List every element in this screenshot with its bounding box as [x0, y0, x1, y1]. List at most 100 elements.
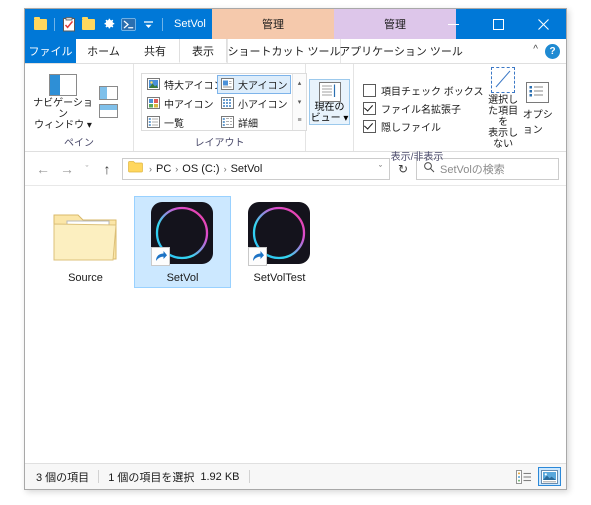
gear-icon[interactable] — [100, 16, 117, 33]
layout-gallery-scrollbar[interactable]: ▴ ▾ ≡ — [292, 73, 306, 130]
breadcrumb-separator[interactable]: › — [172, 164, 181, 174]
checkbox-file-name-extensions[interactable]: ファイル名拡張子 — [363, 101, 483, 116]
ribbon-group-layout: 特大アイコン 大アイコン 中アイコン 小アイコン 一覧 詳細 ▴ ▾ ≡ レイア… — [134, 64, 307, 151]
selection-size-label: 1.92 KB — [200, 470, 240, 483]
maximize-button[interactable] — [476, 9, 521, 39]
current-view-button[interactable]: 現在の ビュー ▾ — [309, 78, 350, 125]
layout-option-small-icons[interactable]: 小アイコン — [217, 94, 291, 113]
options-button[interactable]: オプション — [523, 81, 553, 136]
breadcrumb-item-pc[interactable]: PC — [155, 163, 172, 175]
help-icon[interactable]: ? — [545, 43, 560, 59]
hide-selected-items-button[interactable]: 選択した項目を 表示しない — [483, 67, 522, 150]
large-icons-view-button[interactable] — [538, 467, 561, 486]
window-title: SetVol — [174, 18, 206, 30]
tab-application-tools[interactable]: アプリケーション ツール — [339, 39, 463, 63]
extra-large-icons-icon — [147, 78, 160, 90]
properties-icon[interactable] — [60, 16, 77, 33]
customize-dropdown-icon[interactable] — [140, 16, 157, 33]
file-list-view[interactable]: Source SetVol SetVolTest — [25, 186, 566, 463]
navigation-pane-label-line1: ナビゲーション — [33, 98, 93, 120]
powershell-icon[interactable] — [120, 16, 137, 33]
small-icons-icon — [221, 97, 234, 109]
tab-home[interactable]: ホーム — [76, 39, 131, 63]
hide-selected-items-icon — [491, 67, 516, 93]
gallery-scroll-down-icon[interactable]: ▾ — [298, 98, 302, 106]
ribbon-group-show-hide-body: 項目チェック ボックス ファイル名拡張子 隠しファイル 選択した項目を 表示しな… — [354, 67, 558, 150]
layout-option-label: 詳細 — [238, 118, 258, 130]
layout-option-label: 小アイコン — [238, 99, 288, 111]
contextual-group-shortcut-tools[interactable]: 管理 — [212, 9, 334, 39]
layout-option-list[interactable]: 一覧 — [143, 113, 217, 132]
navigation-pane-label-line2: ウィンドウ ▾ — [34, 120, 92, 131]
checkbox-input[interactable] — [363, 120, 376, 133]
tab-share[interactable]: 共有 — [131, 39, 179, 63]
up-button[interactable]: ↑ — [96, 158, 118, 180]
forward-button[interactable]: → — [56, 158, 78, 180]
list-item-label: SetVol — [166, 272, 199, 284]
checkbox-label: 項目チェック ボックス — [381, 87, 484, 98]
list-item[interactable]: Source — [37, 196, 134, 287]
ribbon-group-current-view-body: 現在の ビュー ▾ — [306, 67, 353, 136]
breadcrumb-item-os-c[interactable]: OS (C:) — [181, 163, 220, 175]
checkbox-item-check-boxes[interactable]: 項目チェック ボックス — [363, 83, 483, 98]
layout-option-details[interactable]: 詳細 — [217, 113, 291, 132]
status-bar: 3 個の項目 1 個の項目を選択 1.92 KB — [25, 463, 566, 489]
breadcrumb-folder-icon — [128, 160, 143, 178]
layout-option-large-icons[interactable]: 大アイコン — [217, 74, 291, 94]
details-pane-button[interactable] — [99, 103, 118, 118]
new-folder-icon[interactable] — [80, 16, 97, 33]
screenshot-root: SetVol 管理 管理 ファイル ホーム 共有 表示 ショートカット ツール … — [0, 0, 591, 505]
shortcut-arrow-icon — [247, 247, 267, 266]
breadcrumb-separator: › — [149, 163, 152, 174]
breadcrumb-separator[interactable]: › — [221, 164, 230, 174]
divider — [98, 470, 100, 483]
checkbox-label: 隠しファイル — [381, 123, 441, 134]
breadcrumb-item-setvol[interactable]: SetVol — [230, 163, 264, 175]
shortcut-arrow-icon — [150, 247, 170, 266]
divider — [248, 470, 250, 483]
app-shortcut-icon — [150, 201, 216, 267]
navigation-pane-button[interactable]: ナビゲーション ウィンドウ ▾ — [30, 72, 96, 131]
tab-view[interactable]: 表示 — [179, 39, 227, 63]
layout-gallery: 特大アイコン 大アイコン 中アイコン 小アイコン 一覧 詳細 ▴ ▾ ≡ — [141, 72, 307, 131]
medium-icons-icon — [147, 97, 160, 109]
checkbox-hidden-items[interactable]: 隠しファイル — [363, 119, 483, 134]
layout-gallery-grid: 特大アイコン 大アイコン 中アイコン 小アイコン 一覧 詳細 — [142, 74, 292, 130]
back-button[interactable]: ← — [32, 158, 54, 180]
ribbon-group-pane: ナビゲーション ウィンドウ ▾ ペイン — [25, 64, 134, 151]
collapse-ribbon-icon[interactable]: ^ — [533, 45, 538, 57]
ribbon-group-label-current-view — [306, 136, 353, 151]
current-view-label-line2: ビュー ▾ — [310, 112, 349, 124]
selection-label: 1 個の項目を選択 — [108, 471, 195, 484]
layout-option-label: 一覧 — [164, 118, 184, 130]
ribbon-group-pane-body: ナビゲーション ウィンドウ ▾ — [25, 67, 133, 136]
layout-option-label: 中アイコン — [164, 99, 214, 111]
breadcrumb[interactable]: › PC › OS (C:) › SetVol ˇ — [122, 157, 390, 180]
tab-shortcut-tools[interactable]: ショートカット ツール — [227, 39, 341, 63]
folder-icon[interactable] — [32, 16, 49, 33]
layout-option-medium-icons[interactable]: 中アイコン — [143, 94, 217, 113]
gallery-scroll-up-icon[interactable]: ▴ — [298, 79, 302, 87]
checkbox-input[interactable] — [363, 84, 376, 97]
details-view-icon — [221, 116, 234, 128]
tab-file[interactable]: ファイル — [25, 39, 76, 63]
divider — [54, 17, 55, 31]
preview-pane-button[interactable] — [99, 85, 118, 100]
breadcrumb-dropdown-icon[interactable]: ˇ — [379, 164, 386, 174]
large-icons-icon — [221, 78, 234, 90]
explorer-window: SetVol 管理 管理 ファイル ホーム 共有 表示 ショートカット ツール … — [24, 8, 567, 490]
quick-access-toolbar: SetVol — [25, 9, 206, 39]
ribbon-group-label-show-hide: 表示/非表示 — [390, 152, 444, 163]
ribbon-tab-row: ファイル ホーム 共有 表示 ショートカット ツール アプリケーション ツール … — [25, 39, 566, 64]
close-button[interactable] — [521, 9, 566, 39]
recent-locations-button[interactable]: ˇ — [80, 158, 94, 180]
list-item[interactable]: SetVolTest — [231, 196, 328, 287]
minimize-button[interactable] — [431, 9, 476, 39]
list-item[interactable]: SetVol — [134, 196, 231, 288]
checkbox-input[interactable] — [363, 102, 376, 115]
details-view-button[interactable] — [512, 467, 535, 486]
layout-option-extra-large-icons[interactable]: 特大アイコン — [143, 75, 224, 94]
gallery-more-icon[interactable]: ≡ — [297, 117, 301, 124]
title-bar: SetVol 管理 管理 — [25, 9, 566, 39]
current-view-label-line1: 現在の — [314, 101, 345, 113]
